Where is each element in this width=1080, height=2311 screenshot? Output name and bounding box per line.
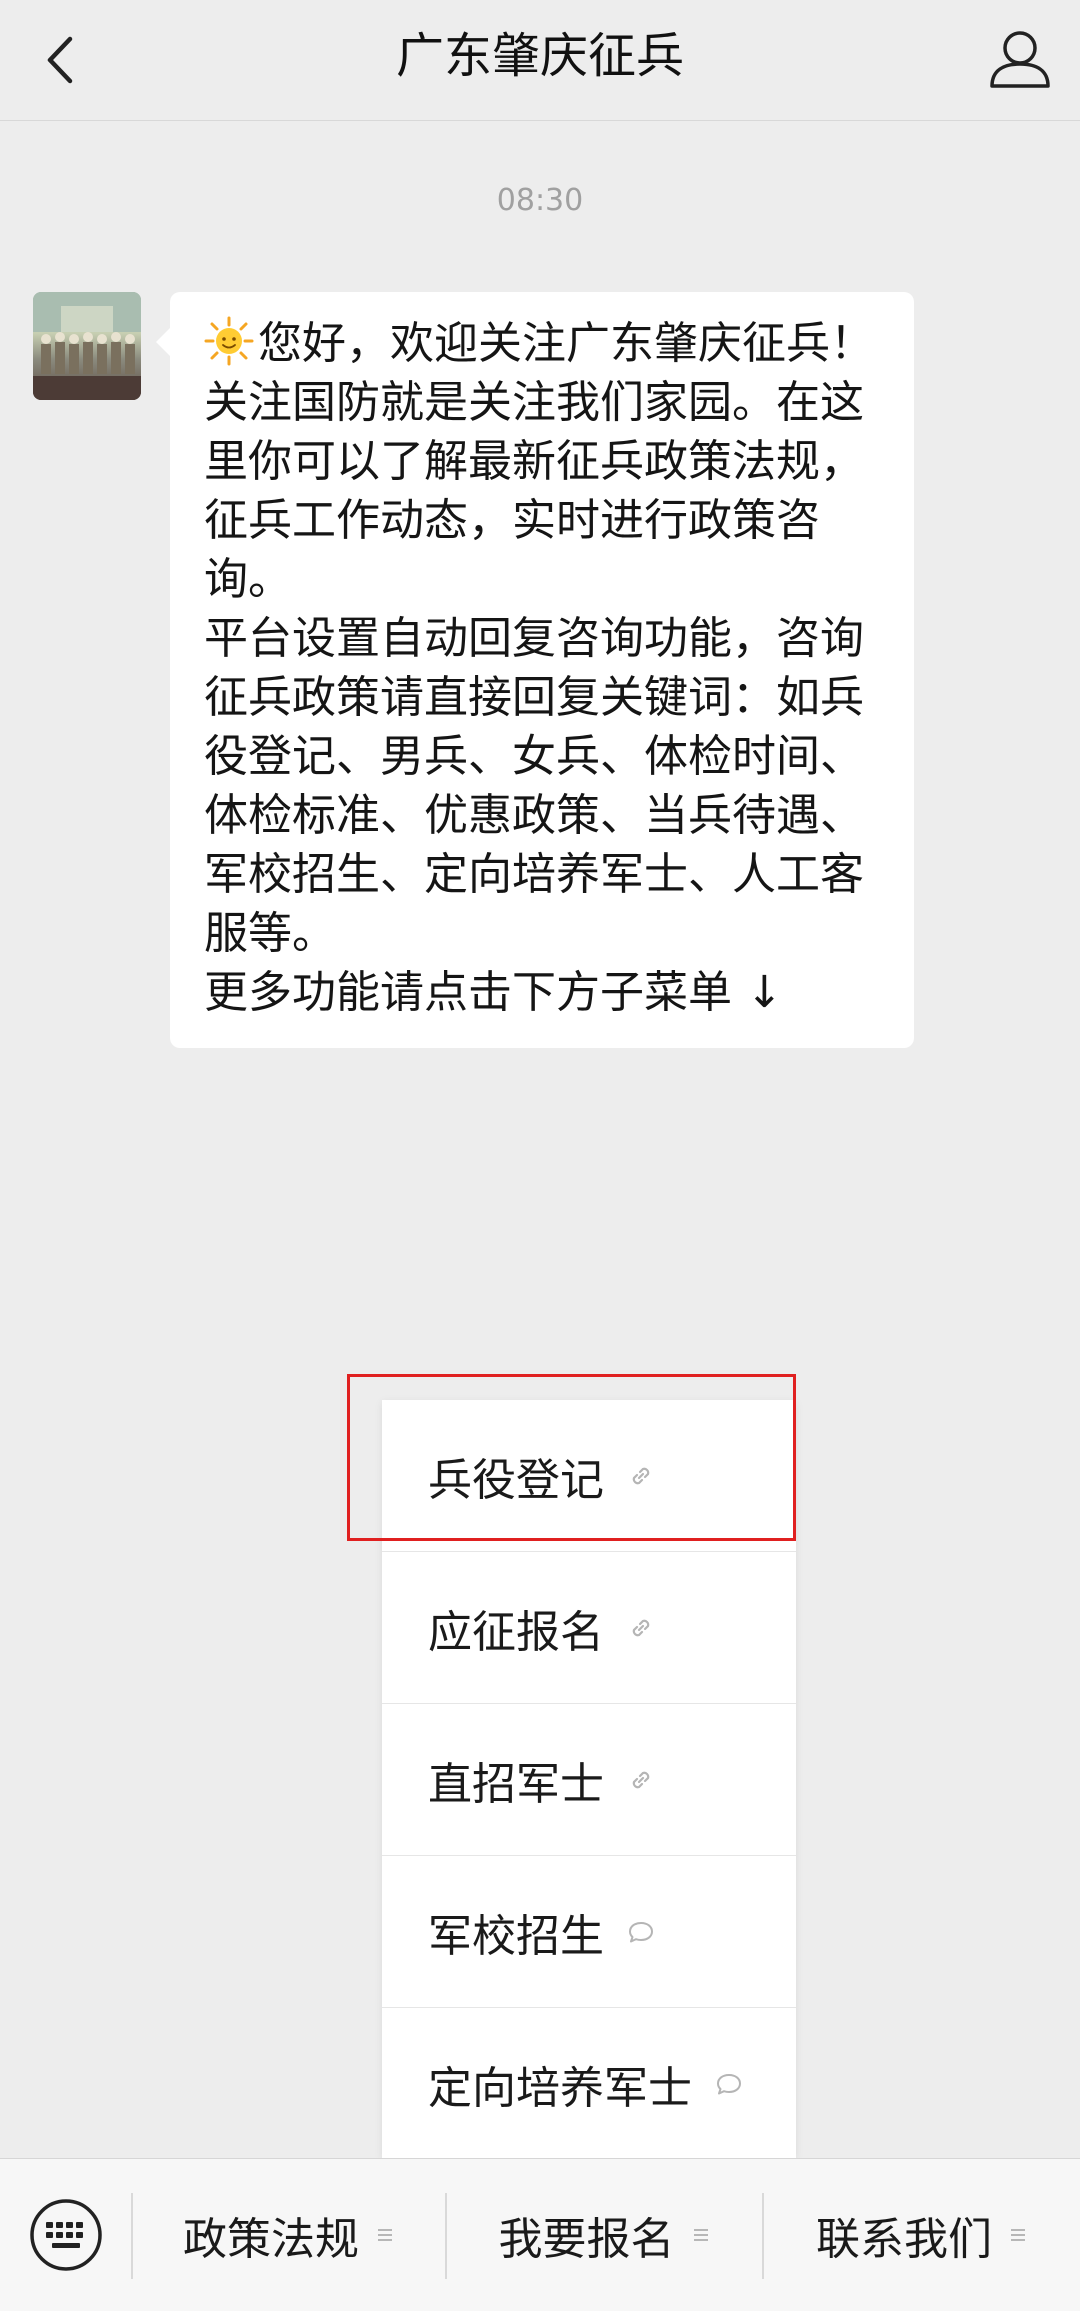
menu-tab-label: 政策法规 bbox=[183, 2214, 359, 2265]
person-icon bbox=[990, 31, 1050, 88]
message-line: 服等。 bbox=[204, 908, 336, 959]
message-line: 更多功能请点击下方子菜单 ↓ bbox=[204, 967, 783, 1018]
submenu-item-direct-recruit-nco[interactable]: 直招军士 bbox=[382, 1704, 796, 1856]
chat-bubble-icon bbox=[717, 2074, 741, 2095]
message-line: 征兵政策请直接回复关键词：如兵 bbox=[204, 672, 864, 723]
submenu-item-enlistment-signup[interactable]: 应征报名 bbox=[382, 1552, 796, 1704]
message-line: 平台设置自动回复咨询功能，咨询 bbox=[204, 613, 864, 664]
submenu-item-label: 定向培养军士 bbox=[428, 2063, 692, 2114]
avatar-image bbox=[33, 292, 141, 400]
keyboard-toggle-button[interactable] bbox=[26, 2195, 106, 2275]
message-text: 您好，欢迎关注广东肇庆征兵！ bbox=[258, 318, 874, 369]
bottom-menu-bar: 政策法规 我要报名 联系我们 bbox=[0, 2158, 1080, 2311]
message-line: 您好，欢迎关注广东肇庆征兵！ bbox=[204, 314, 888, 373]
submenu-item-directed-nco-training[interactable]: 定向培养军士 bbox=[382, 2008, 796, 2160]
link-icon bbox=[632, 1619, 650, 1636]
menu-tab-contact[interactable]: 联系我们 bbox=[764, 2159, 1080, 2311]
top-bar: 广东肇庆征兵 bbox=[0, 0, 1080, 121]
message-line: 体检标准、优惠政策、当兵待遇、 bbox=[204, 790, 864, 841]
submenu-item-label: 直招军士 bbox=[428, 1758, 604, 1810]
menu-lines-icon bbox=[378, 2229, 392, 2241]
menu-tab-signup[interactable]: 我要报名 bbox=[447, 2159, 762, 2311]
highlight-annotation-box bbox=[347, 1374, 796, 1541]
message-line: 军校招生、定向培养军士、人工客 bbox=[204, 849, 864, 900]
chat-bubble-icon bbox=[629, 1921, 653, 1942]
menu-tab-label: 我要报名 bbox=[498, 2214, 675, 2265]
profile-button[interactable] bbox=[980, 20, 1060, 100]
message-line: 里你可以了解最新征兵政策法规， bbox=[204, 436, 864, 487]
menu-tab-policy[interactable]: 政策法规 bbox=[133, 2159, 445, 2311]
message-line: 役登记、男兵、女兵、体检时间、 bbox=[204, 731, 864, 782]
menu-lines-icon bbox=[693, 2229, 708, 2241]
sun-emoji-icon bbox=[204, 316, 254, 366]
keyboard-icon bbox=[30, 2199, 102, 2271]
page-title: 广东肇庆征兵 bbox=[395, 28, 684, 84]
menu-tab-label: 联系我们 bbox=[816, 2214, 992, 2265]
submenu-item-label: 应征报名 bbox=[428, 1606, 604, 1658]
message-timestamp: 08:30 bbox=[496, 183, 584, 218]
link-icon bbox=[632, 1771, 650, 1788]
welcome-message-bubble[interactable]: 您好，欢迎关注广东肇庆征兵！ 关注国防就是关注我们家园。在这 里你可以了解最新征… bbox=[156, 292, 914, 1048]
message-line: 征兵工作动态，实时进行政策咨 bbox=[204, 495, 820, 546]
account-avatar[interactable] bbox=[33, 292, 141, 400]
menu-lines-icon bbox=[1011, 2229, 1025, 2241]
submenu-item-label: 军校招生 bbox=[428, 1910, 604, 1962]
submenu-item-military-academy[interactable]: 军校招生 bbox=[382, 1856, 796, 2008]
message-line: 关注国防就是关注我们家园。在这 bbox=[204, 377, 864, 428]
message-line: 询。 bbox=[204, 554, 292, 605]
